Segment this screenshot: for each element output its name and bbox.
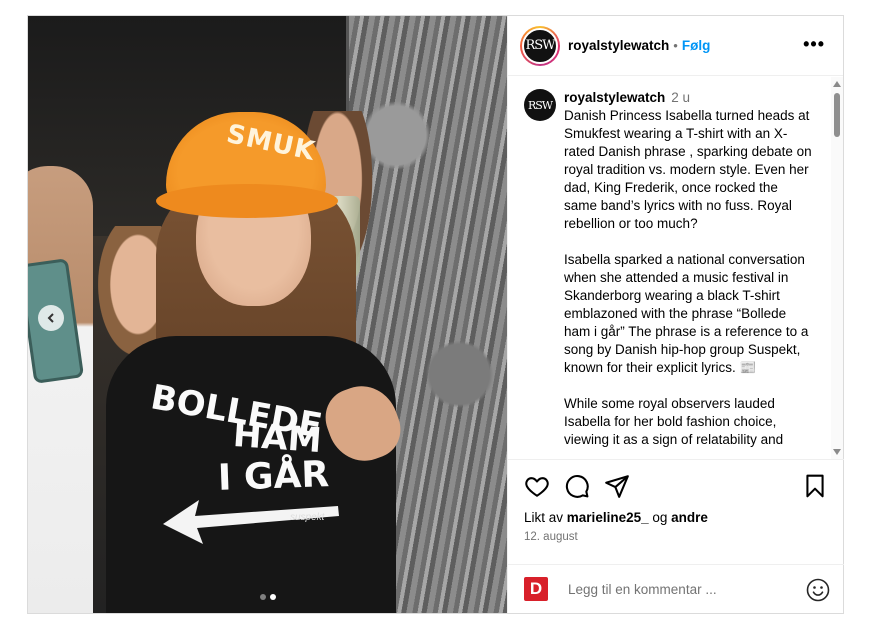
carousel-dots — [260, 594, 276, 600]
comment-icon[interactable] — [564, 473, 590, 499]
caption-timestamp[interactable]: 2 u — [671, 90, 690, 105]
bookmark-icon[interactable] — [802, 473, 828, 499]
post-header: RSW royalstylewatch • Følg ••• — [508, 16, 843, 76]
previous-slide-button[interactable] — [38, 305, 64, 331]
chevron-left-icon — [47, 313, 54, 323]
liked-by-conjunction: og — [652, 510, 668, 525]
scrollbar-thumb[interactable] — [834, 93, 840, 137]
caption-comment: RSW royalstylewatch 2 u Danish Princess I… — [508, 77, 844, 449]
photo-hat-brim — [156, 184, 338, 218]
commenter-avatar[interactable]: D — [524, 577, 548, 601]
liked-by-user[interactable]: marieline25_ — [567, 510, 649, 525]
heart-icon[interactable] — [524, 473, 550, 499]
share-icon[interactable] — [604, 473, 630, 499]
more-options-icon[interactable]: ••• — [803, 34, 825, 55]
carousel-dot-active[interactable] — [270, 594, 276, 600]
liked-by-line: Likt av marieline25_ og andre — [524, 510, 828, 525]
comment-input[interactable] — [568, 581, 778, 597]
comments-area[interactable]: RSW royalstylewatch 2 u Danish Princess I… — [508, 77, 844, 459]
liked-by-prefix: Likt av — [524, 510, 564, 525]
header-separator: • — [673, 38, 678, 53]
scroll-up-arrow-icon[interactable] — [833, 81, 841, 87]
emoji-icon[interactable] — [806, 578, 830, 602]
caption-avatar[interactable]: RSW — [524, 89, 556, 121]
carousel-dot[interactable] — [260, 594, 266, 600]
author-avatar[interactable]: RSW — [522, 27, 558, 64]
post-date[interactable]: 12. august — [524, 531, 828, 543]
post-side-panel: RSW royalstylewatch • Følg ••• RSW royal… — [507, 16, 844, 613]
action-icons — [524, 470, 828, 502]
author-avatar-ring[interactable]: RSW — [520, 25, 560, 66]
caption-username[interactable]: royalstylewatch — [564, 90, 665, 105]
comments-scrollbar[interactable] — [831, 77, 843, 459]
author-username[interactable]: royalstylewatch — [568, 38, 669, 53]
caption-text: Danish Princess Isabella turned heads at… — [564, 108, 812, 447]
caption-body: royalstylewatch 2 u Danish Princess Isabe… — [564, 89, 814, 449]
post-photo[interactable]: SMUK BOLLEDE HAM I GÅR suspekt — [28, 16, 507, 613]
scroll-down-arrow-icon[interactable] — [833, 449, 841, 455]
instagram-post: SMUK BOLLEDE HAM I GÅR suspekt RSW royal… — [27, 15, 844, 614]
post-actions: Likt av marieline25_ og andre 12. august — [508, 459, 844, 543]
photo-person-left — [28, 166, 93, 613]
follow-button[interactable]: Følg — [682, 38, 711, 53]
add-comment-bar: D — [508, 564, 844, 613]
shirt-signature: suspekt — [290, 512, 325, 523]
liked-by-others[interactable]: andre — [671, 510, 708, 525]
